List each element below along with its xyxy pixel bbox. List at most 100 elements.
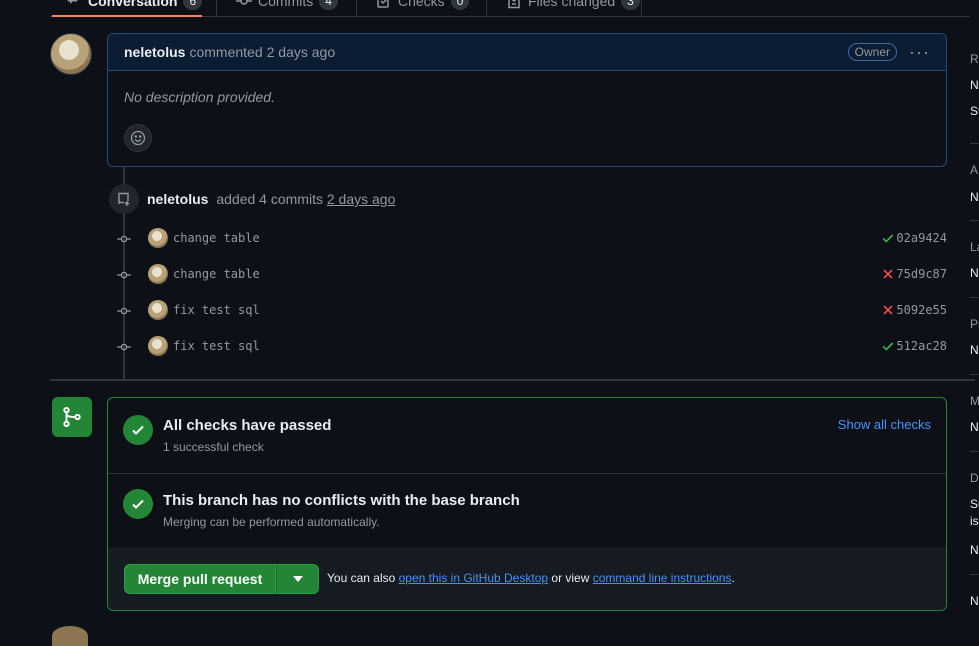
tab-divider bbox=[216, 0, 217, 16]
x-icon[interactable] bbox=[881, 267, 895, 281]
tab-commits[interactable]: Commits 4 bbox=[236, 0, 338, 16]
sidebar-text-fragment: is bbox=[970, 514, 979, 528]
tab-files-changed[interactable]: Files changed 3 bbox=[506, 0, 640, 16]
sidebar-divider bbox=[970, 451, 979, 452]
check-circle-icon bbox=[123, 415, 153, 445]
sidebar-text-fragment: Su bbox=[970, 497, 979, 511]
sidebar-heading-fragment: Pr bbox=[970, 317, 979, 331]
commit-sha[interactable]: 5092e55 bbox=[896, 303, 947, 317]
tab-label: Commits bbox=[258, 0, 314, 9]
open-github-desktop-link[interactable]: open this in GitHub Desktop bbox=[399, 571, 548, 585]
command-line-instructions-link[interactable]: command line instructions bbox=[593, 571, 732, 585]
comment-author[interactable]: neletolus bbox=[124, 44, 185, 60]
push-author[interactable]: neletolus bbox=[147, 191, 208, 207]
comment-action: commented bbox=[189, 44, 263, 60]
commit-sha[interactable]: 512ac28 bbox=[896, 339, 947, 353]
footer-suffix: . bbox=[731, 571, 735, 585]
check-icon[interactable] bbox=[881, 231, 895, 245]
tab-divider bbox=[356, 0, 357, 16]
sidebar-divider bbox=[970, 143, 979, 144]
checklist-icon bbox=[377, 0, 389, 8]
git-commit-icon bbox=[117, 307, 131, 315]
tab-conversation[interactable]: Conversation 6 bbox=[66, 0, 203, 16]
merge-method-dropdown[interactable] bbox=[276, 564, 319, 594]
comment-header: neletolus commented 2 days ago Owner ··· bbox=[108, 34, 946, 71]
merge-footer: Merge pull request You can also open thi… bbox=[108, 547, 946, 610]
commit-message[interactable]: change table bbox=[173, 231, 260, 245]
tab-counter: 4 bbox=[319, 0, 338, 10]
sidebar-divider bbox=[970, 220, 979, 221]
conflicts-section: This branch has no conflicts with the ba… bbox=[108, 474, 946, 547]
sidebar-text-fragment: N bbox=[970, 78, 979, 92]
comment-timestamp[interactable]: 2 days ago bbox=[267, 44, 336, 60]
sidebar-divider bbox=[970, 574, 979, 575]
pr-description-comment: neletolus commented 2 days ago Owner ···… bbox=[107, 33, 947, 167]
git-commit-icon bbox=[117, 343, 131, 351]
sidebar-heading-fragment: M bbox=[970, 394, 979, 408]
git-commit-icon bbox=[117, 235, 131, 243]
commit-row: change table 02a9424 bbox=[115, 227, 947, 251]
push-event: neletolus added 4 commits 2 days ago bbox=[147, 191, 395, 207]
commit-avatar[interactable] bbox=[148, 264, 168, 284]
commit-message[interactable]: fix test sql bbox=[173, 339, 260, 353]
sidebar-heading-fragment: D bbox=[970, 471, 979, 485]
commit-row: change table 75d9c87 bbox=[115, 263, 947, 287]
tab-checks[interactable]: Checks 0 bbox=[376, 0, 470, 16]
tab-label: Conversation bbox=[88, 0, 178, 9]
checks-title: All checks have passed bbox=[163, 417, 332, 434]
merge-footer-text: You can also open this in GitHub Desktop… bbox=[327, 571, 735, 585]
comment-discussion-icon bbox=[67, 0, 78, 4]
sidebar-text-fragment: N bbox=[970, 543, 979, 557]
sidebar-heading-fragment: La bbox=[970, 240, 979, 254]
sidebar-text-fragment: N bbox=[970, 266, 979, 280]
push-action: added 4 commits bbox=[216, 191, 323, 207]
timeline-separator bbox=[50, 379, 975, 381]
tab-divider bbox=[486, 0, 487, 16]
merge-pull-request-button[interactable]: Merge pull request bbox=[124, 564, 276, 594]
tab-divider bbox=[641, 0, 642, 16]
push-timestamp[interactable]: 2 days ago bbox=[327, 191, 396, 207]
sidebar-divider bbox=[970, 297, 979, 298]
check-icon[interactable] bbox=[881, 339, 895, 353]
tab-counter: 0 bbox=[450, 0, 470, 10]
commit-avatar[interactable] bbox=[148, 336, 168, 356]
sidebar-heading-fragment: R bbox=[970, 52, 979, 66]
commit-avatar[interactable] bbox=[148, 300, 168, 320]
checks-subtitle: 1 successful check bbox=[163, 440, 264, 454]
file-diff-icon bbox=[508, 0, 520, 9]
sidebar-heading-fragment: A bbox=[970, 163, 979, 177]
active-tab-indicator bbox=[52, 15, 202, 17]
repo-push-icon bbox=[109, 184, 139, 214]
pr-tabs: Conversation 6 Commits 4 Checks 0 Files … bbox=[50, 0, 970, 16]
conflicts-title: This branch has no conflicts with the ba… bbox=[163, 492, 520, 509]
triangle-down-icon bbox=[292, 576, 303, 582]
smiley-icon[interactable] bbox=[124, 124, 152, 152]
commit-sha[interactable]: 02a9424 bbox=[896, 231, 947, 245]
kebab-horizontal-icon[interactable]: ··· bbox=[909, 42, 930, 63]
x-icon[interactable] bbox=[881, 303, 895, 317]
sidebar-text-fragment: N bbox=[970, 343, 979, 357]
avatar[interactable] bbox=[50, 33, 92, 75]
sidebar-text-fragment: N bbox=[970, 594, 979, 608]
commit-row: fix test sql 512ac28 bbox=[115, 335, 947, 359]
owner-badge: Owner bbox=[847, 43, 898, 61]
commit-message[interactable]: change table bbox=[173, 267, 260, 281]
git-merge-icon bbox=[52, 397, 92, 437]
git-commit-icon bbox=[236, 0, 252, 5]
commit-sha[interactable]: 75d9c87 bbox=[896, 267, 947, 281]
footer-prefix: You can also bbox=[327, 571, 396, 585]
show-all-checks-link[interactable]: Show all checks bbox=[838, 417, 931, 432]
commit-avatar[interactable] bbox=[148, 228, 168, 248]
merge-box: All checks have passed 1 successful chec… bbox=[107, 397, 947, 611]
commit-row: fix test sql 5092e55 bbox=[115, 299, 947, 323]
avatar[interactable] bbox=[52, 626, 88, 646]
check-circle-icon bbox=[123, 489, 153, 519]
commit-message[interactable]: fix test sql bbox=[173, 303, 260, 317]
sidebar-text-fragment: N bbox=[970, 420, 979, 434]
tab-counter: 6 bbox=[183, 0, 203, 10]
sidebar-text-fragment: St bbox=[970, 104, 979, 118]
tab-label: Checks bbox=[398, 0, 445, 9]
sidebar-divider bbox=[970, 374, 979, 375]
footer-mid: or view bbox=[551, 571, 590, 585]
comment-body: No description provided. bbox=[124, 89, 275, 105]
